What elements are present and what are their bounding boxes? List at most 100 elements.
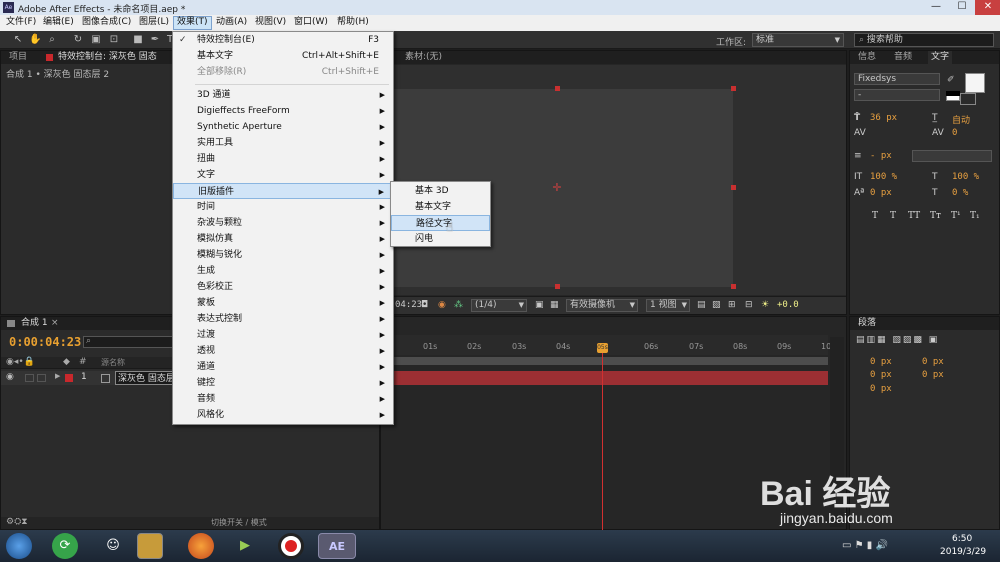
vertical-scale-value[interactable]: 100 % — [870, 172, 897, 182]
camera-tool-icon[interactable]: ▣ — [90, 34, 102, 46]
close-icon[interactable]: × — [51, 317, 59, 330]
all-caps-button[interactable]: TT — [908, 211, 920, 221]
small-caps-button[interactable]: Tт — [930, 211, 941, 221]
menu-item-keying[interactable]: 键控 ▶ — [173, 375, 393, 391]
views-select[interactable]: 1 视图 ▼ — [646, 299, 690, 312]
tsume-value[interactable]: 0 % — [952, 188, 968, 198]
menu-window[interactable]: 窗口(W) — [291, 16, 331, 30]
expand-icon[interactable]: ▶ — [55, 372, 60, 380]
indent-left-value[interactable]: 0 px — [870, 357, 892, 367]
tab-audio[interactable]: 音频 — [894, 51, 912, 64]
menu-item-distort[interactable]: 扭曲 ▶ — [173, 151, 393, 167]
pan-behind-tool-icon[interactable]: ⊡ — [108, 34, 120, 46]
faux-italic-button[interactable]: T — [890, 211, 896, 221]
tab-text[interactable]: 文字 — [928, 51, 953, 64]
menu-animation[interactable]: 动画(A) — [213, 16, 250, 30]
menu-item-utility[interactable]: 实用工具 ▶ — [173, 135, 393, 151]
menu-item-stylize[interactable]: 风格化 ▶ — [173, 407, 393, 423]
space-before-value[interactable]: 0 px — [870, 370, 892, 380]
menu-view[interactable]: 视图(V) — [252, 16, 289, 30]
work-area-bar[interactable] — [381, 357, 828, 365]
font-size-value[interactable]: 36 px — [870, 113, 897, 123]
superscript-button[interactable]: T¹ — [951, 211, 961, 221]
qq-icon[interactable]: ☺ — [100, 533, 126, 559]
layer-handle[interactable] — [731, 86, 736, 91]
zoom-tool-icon[interactable]: ⌕ — [46, 34, 58, 46]
hand-tool-icon[interactable]: ✋ — [29, 34, 41, 46]
layer-duration-bar[interactable] — [381, 371, 828, 385]
fast-preview-icon[interactable]: ▧ — [712, 300, 721, 310]
baseline-value[interactable]: 0 px — [870, 188, 892, 198]
menu-item-color-correction[interactable]: 色彩校正 ▶ — [173, 279, 393, 295]
snapshot-icon[interactable]: ◘ — [421, 300, 428, 310]
layer-name[interactable]: 深灰色 固态层 — [115, 371, 178, 385]
layer-handle[interactable] — [731, 284, 736, 289]
workspace-select[interactable]: 标准 ▼ — [752, 33, 844, 47]
menu-help[interactable]: 帮助(H) — [334, 16, 372, 30]
menu-item-basic-3d[interactable]: 基本 3D — [391, 183, 490, 199]
start-button-icon[interactable] — [6, 533, 32, 559]
exposure-value[interactable]: +0.0 — [777, 300, 799, 310]
align-buttons[interactable]: ▤▥▦ ▧▨▩ ▣ — [856, 335, 939, 345]
menu-item-audio[interactable]: 音频 ▶ — [173, 391, 393, 407]
tracking-value[interactable]: 0 — [952, 128, 957, 138]
first-line-indent-value[interactable]: 0 px — [870, 384, 892, 394]
toggle-pixel-icon[interactable]: ▤ — [697, 300, 706, 310]
rotate-tool-icon[interactable]: ↻ — [72, 34, 84, 46]
font-style-select[interactable]: - — [854, 89, 940, 101]
layer-handle[interactable] — [555, 86, 560, 91]
menu-item-transition[interactable]: 过渡 ▶ — [173, 327, 393, 343]
tab-effect-controls[interactable]: 特效控制台: 深灰色 固态 — [58, 51, 157, 64]
layer-handle[interactable] — [555, 284, 560, 289]
menu-item-basic-text-legacy[interactable]: 基本文字 — [391, 199, 490, 215]
browser-icon[interactable]: ⟳ — [52, 533, 78, 559]
after-effects-taskbar-button[interactable]: AE — [318, 533, 356, 559]
black-swatch[interactable] — [946, 91, 960, 96]
viewer-time[interactable]: 04:23 — [395, 300, 422, 310]
leading-value[interactable]: 自动 — [952, 113, 970, 126]
solo-toggle[interactable] — [25, 374, 34, 382]
anchor-point-icon[interactable]: ✛ — [551, 182, 563, 194]
mask-tool-icon[interactable]: ■ — [132, 34, 144, 46]
menu-item-matte[interactable]: 蒙板 ▶ — [173, 295, 393, 311]
menu-item-3d-channel[interactable]: 3D 通道 ▶ — [173, 87, 393, 103]
layer-handle[interactable] — [731, 185, 736, 190]
menu-item-perspective[interactable]: 透视 ▶ — [173, 343, 393, 359]
transparency-grid-icon[interactable]: ▦ — [550, 300, 559, 310]
space-after-value[interactable]: 0 px — [922, 370, 944, 380]
eye-icon[interactable]: ◉ — [6, 372, 14, 382]
clock-time[interactable]: 6:50 — [952, 534, 972, 544]
record-icon[interactable] — [278, 533, 304, 559]
timeline-icon[interactable]: ⊞ — [728, 300, 736, 310]
minimize-button[interactable]: — — [923, 0, 949, 15]
menu-item-obsolete[interactable]: 旧版插件 ▶ — [173, 183, 393, 199]
close-button[interactable]: ✕ — [975, 0, 1000, 15]
menu-effects[interactable]: 效果(T) — [173, 16, 212, 30]
fill-color-swatch[interactable] — [965, 73, 985, 93]
menu-file[interactable]: 文件(F) — [3, 16, 39, 30]
folder-icon[interactable] — [137, 533, 163, 559]
menu-item-digieffects[interactable]: Digieffects FreeForm ▶ — [173, 103, 393, 119]
toggle-switches-modes[interactable]: 切换开关 / 模式 — [211, 517, 267, 528]
menu-item-time[interactable]: 时间 ▶ — [173, 199, 393, 215]
exposure-icon[interactable]: ☀ — [761, 300, 769, 310]
resolution-select[interactable]: (1/4) ▼ — [471, 299, 527, 312]
channel-icon[interactable]: ⁂ — [454, 300, 463, 310]
tab-paragraph[interactable]: 段落 — [858, 317, 876, 330]
menu-item-lightning[interactable]: 闪电 — [391, 231, 490, 247]
menu-item-channel[interactable]: 通道 ▶ — [173, 359, 393, 375]
clock-date[interactable]: 2019/3/29 — [940, 547, 986, 557]
menu-item-expression-controls[interactable]: 表达式控制 ▶ — [173, 311, 393, 327]
menu-composition[interactable]: 图像合成(C) — [79, 16, 134, 30]
menu-layer[interactable]: 图层(L) — [136, 16, 172, 30]
menu-item-noise-grain[interactable]: 杂波与颗粒 ▶ — [173, 215, 393, 231]
source-name-header[interactable]: 源名称 — [101, 357, 125, 368]
tab-project[interactable]: 项目 — [9, 51, 27, 64]
lock-toggle[interactable] — [37, 374, 46, 382]
tray-icons[interactable]: ▭ ⚑ ▮ 🔊 — [842, 540, 888, 551]
stroke-color-swatch[interactable] — [960, 93, 976, 105]
layer-search-input[interactable]: ⌕ — [83, 336, 179, 348]
indent-right-value[interactable]: 0 px — [922, 357, 944, 367]
timecode[interactable]: 0:00:04:23 — [9, 335, 81, 349]
maximize-button[interactable]: ☐ — [949, 0, 975, 15]
